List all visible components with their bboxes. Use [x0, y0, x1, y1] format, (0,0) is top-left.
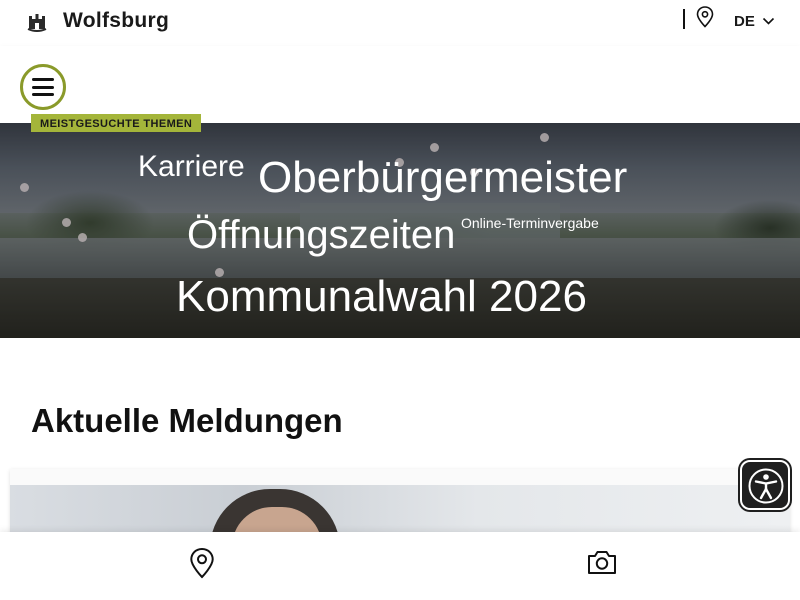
site-logo-text[interactable]: Wolfsburg	[63, 9, 169, 33]
hero-link-oberbuergermeister[interactable]: Oberbürgermeister	[258, 153, 627, 203]
accessibility-icon	[748, 468, 784, 504]
wolfsburg-castle-icon[interactable]	[26, 11, 48, 33]
news-section-title: Aktuelle Meldungen	[31, 402, 343, 439]
camera-icon[interactable]	[586, 548, 618, 576]
hero-link-oeffnungszeiten[interactable]: Öffnungszeiten	[187, 213, 455, 258]
hamburger-icon-line	[32, 85, 54, 89]
map-pin-icon[interactable]	[695, 6, 715, 28]
most-searched-badge: MEISTGESUCHTE THEMEN	[31, 114, 202, 132]
menu-bar	[0, 46, 800, 124]
chevron-down-icon[interactable]	[762, 16, 775, 26]
accessibility-button[interactable]	[740, 460, 790, 510]
map-pin-icon[interactable]	[188, 547, 216, 579]
language-selector[interactable]: DE	[734, 13, 755, 30]
hamburger-menu-button[interactable]	[20, 64, 66, 110]
hero-link-kommunalwahl[interactable]: Kommunalwahl 2026	[176, 272, 587, 322]
bottom-nav-bar	[0, 532, 800, 600]
header-divider	[683, 9, 685, 29]
hero-link-online-terminvergabe[interactable]: Online-Terminvergabe	[461, 215, 599, 231]
hero-link-karriere[interactable]: Karriere	[138, 150, 245, 184]
hamburger-icon-line	[32, 78, 54, 81]
hamburger-icon-line	[32, 93, 54, 96]
